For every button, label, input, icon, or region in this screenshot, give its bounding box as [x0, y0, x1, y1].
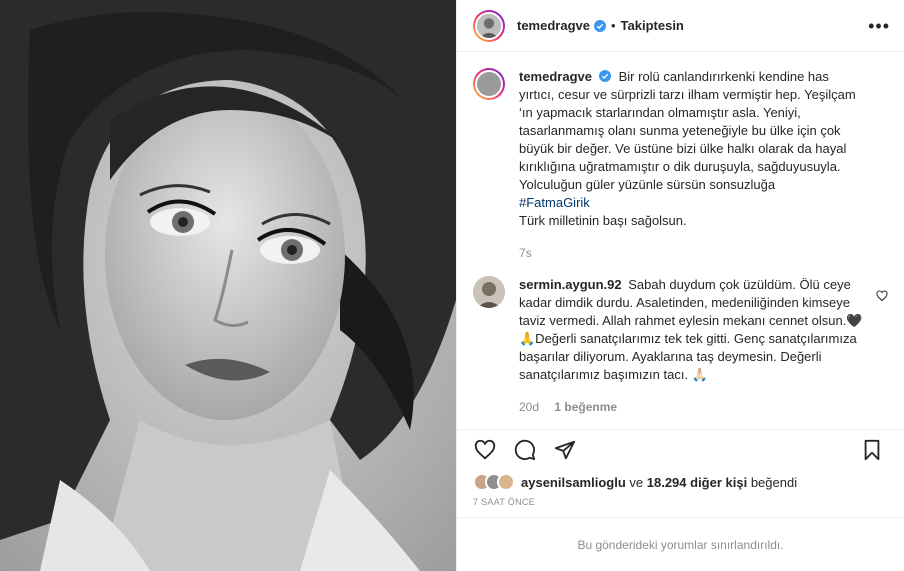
- caption-text: Bir rolü canlandırırkenki kendine has yı…: [519, 69, 860, 192]
- comments-restricted-notice: Bu gönderideki yorumlar sınırlandırıldı.: [457, 517, 904, 571]
- comment-likes[interactable]: 1 beğenme: [554, 400, 617, 414]
- caption: temedragve Bir rolü canlandırırkenki ken…: [473, 68, 888, 262]
- post-header: temedragve • Takiptesin •••: [457, 0, 904, 52]
- others-likes-link[interactable]: 18.294 diğer kişi: [647, 475, 747, 490]
- like-comment-heart-icon[interactable]: [876, 290, 888, 302]
- comment-icon: [514, 439, 536, 460]
- following-button[interactable]: Takiptesin: [621, 18, 684, 33]
- paper-plane-icon: [554, 440, 576, 459]
- heart-icon: [474, 439, 496, 459]
- save-button[interactable]: [852, 430, 892, 470]
- comments-panel[interactable]: temedragve Bir rolü canlandırırkenki ken…: [457, 52, 904, 429]
- more-options-icon[interactable]: •••: [868, 17, 890, 35]
- likes-summary: aysenilsamlioglu ve 18.294 diğer kişi be…: [457, 469, 904, 495]
- caption-text-2: Türk milletinin başı sağolsun.: [519, 213, 687, 228]
- likes-suffix: beğendi: [750, 474, 798, 490]
- verified-badge-icon: [593, 19, 606, 32]
- caption-username[interactable]: temedragve: [519, 69, 592, 84]
- likes-connector: ve: [629, 474, 644, 490]
- author-avatar[interactable]: [473, 9, 505, 42]
- like-button[interactable]: [465, 430, 505, 470]
- portrait-image: [0, 0, 456, 571]
- action-bar: [457, 429, 904, 469]
- caption-avatar[interactable]: [473, 68, 505, 100]
- separator-dot: •: [610, 18, 616, 33]
- comment-username[interactable]: sermin.aygun.92: [519, 277, 622, 292]
- comment-avatar[interactable]: [473, 276, 505, 308]
- verified-badge-icon: [598, 70, 611, 82]
- comment-button[interactable]: [505, 430, 545, 470]
- caption-time[interactable]: 7s: [519, 246, 532, 260]
- bookmark-icon: [864, 439, 880, 460]
- hashtag-link[interactable]: #FatmaGirik: [519, 195, 590, 210]
- author-username[interactable]: temedragve: [517, 18, 590, 33]
- comment-item: sermin.aygun.92 Sabah duydum çok üzüldüm…: [473, 276, 888, 416]
- comment-time[interactable]: 20d: [519, 400, 539, 414]
- post-timestamp[interactable]: 7 SAAT ÖNCE: [457, 495, 904, 517]
- post-photo[interactable]: [0, 0, 456, 571]
- comment-text: Sabah duydum çok üzüldüm. Ölü ceye kadar…: [519, 277, 863, 382]
- liker-username[interactable]: aysenilsamlioglu: [521, 475, 626, 490]
- share-button[interactable]: [545, 430, 585, 470]
- liker-avatars[interactable]: [473, 473, 515, 491]
